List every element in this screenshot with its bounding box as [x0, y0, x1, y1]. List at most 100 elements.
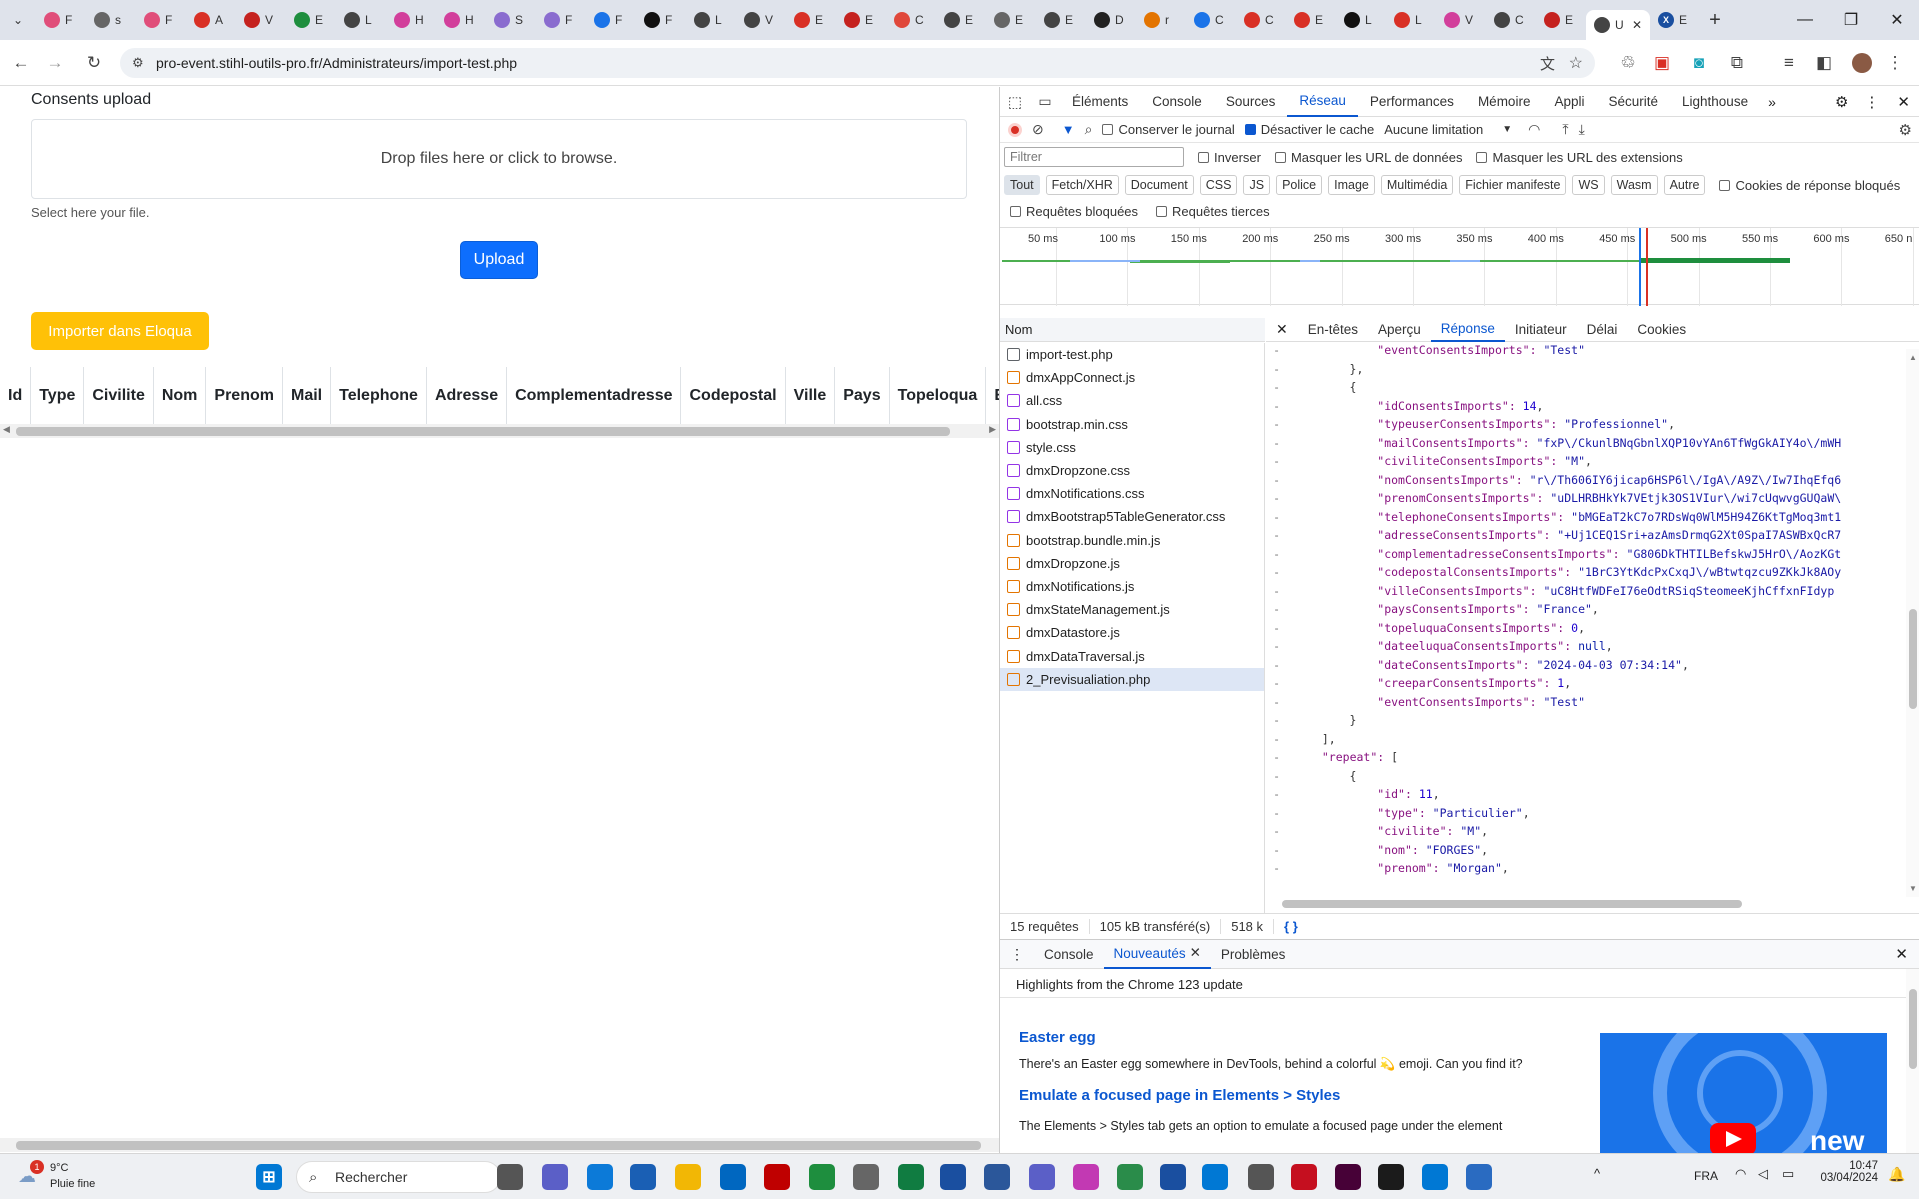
request-row[interactable]: dmxAppConnect.js	[1000, 366, 1264, 389]
browser-tab[interactable]: L	[1386, 5, 1436, 35]
browser-tab[interactable]: S	[486, 5, 536, 35]
column-header[interactable]: Complementadresse	[506, 367, 682, 427]
store-icon[interactable]	[720, 1164, 746, 1190]
resource-type-button[interactable]: Police	[1276, 175, 1323, 195]
browser-tab[interactable]: E	[286, 5, 336, 35]
filter-input[interactable]: Filtrer	[1004, 147, 1184, 167]
app-icon[interactable]	[984, 1164, 1010, 1190]
browser-tab[interactable]: H	[436, 5, 486, 35]
easter-egg-link[interactable]: Easter egg	[1019, 1029, 1096, 1046]
browser-tab[interactable]: F	[536, 5, 586, 35]
browser-tab[interactable]: C	[1186, 5, 1236, 35]
resource-type-button[interactable]: Tout	[1004, 175, 1040, 195]
browser-tab[interactable]: L	[686, 5, 736, 35]
media-controls-icon[interactable]: ≡	[1774, 48, 1804, 78]
browser-tab[interactable]: F	[636, 5, 686, 35]
reload-icon[interactable]: ↻	[79, 48, 109, 78]
request-row[interactable]: dmxNotifications.js	[1000, 575, 1264, 598]
column-header[interactable]: Ev	[985, 367, 999, 427]
devtools-tab[interactable]: Console	[1140, 87, 1214, 117]
browser-tab[interactable]: L	[336, 5, 386, 35]
bookmark-star-icon[interactable]: ☆	[1569, 53, 1583, 73]
close-detail-icon[interactable]: ✕	[1266, 321, 1298, 338]
file-dropzone[interactable]: Drop files here or click to browse.	[31, 119, 967, 199]
filter-funnel-icon[interactable]: ▼	[1062, 122, 1075, 137]
resource-type-button[interactable]: Document	[1124, 175, 1194, 195]
name-column-header[interactable]: Nom	[1000, 318, 1265, 342]
scroll-right-icon[interactable]: ▶	[989, 424, 996, 435]
browser-tab[interactable]: E	[1286, 5, 1336, 35]
clock[interactable]: 10:47 03/04/2024	[1818, 1160, 1878, 1184]
request-row[interactable]: style.css	[1000, 436, 1264, 459]
third-party-checkbox[interactable]: Requêtes tierces	[1156, 204, 1270, 219]
devtools-menu-icon[interactable]: ⋮	[1856, 93, 1887, 111]
browser-tab[interactable]: E	[836, 5, 886, 35]
column-header[interactable]: Topeloqua	[889, 367, 987, 427]
table-horizontal-scrollbar[interactable]: ◀ ▶	[0, 424, 999, 438]
devtools-tab[interactable]: Sécurité	[1596, 87, 1670, 117]
edge-icon[interactable]	[587, 1164, 613, 1190]
devtools-tab[interactable]: Sources	[1214, 87, 1288, 117]
browser-tab[interactable]: X E	[1650, 5, 1700, 35]
throttling-select[interactable]: Aucune limitation ▼	[1384, 122, 1512, 137]
app-icon[interactable]	[1117, 1164, 1143, 1190]
preserve-log-checkbox[interactable]: Conserver le journal	[1102, 122, 1235, 137]
browser-tab[interactable]: F	[586, 5, 636, 35]
address-bar[interactable]: ⚙ pro-event.stihl-outils-pro.fr/Administ…	[120, 48, 1595, 78]
back-icon[interactable]: ←	[6, 48, 36, 78]
whats-new-scrollbar[interactable]	[1906, 969, 1919, 1153]
invert-checkbox[interactable]: Inverser	[1198, 150, 1261, 165]
network-conditions-icon[interactable]: ◠	[1528, 121, 1540, 138]
site-info-icon[interactable]: ⚙	[132, 55, 144, 71]
notifications-bell-icon[interactable]: 🔔	[1888, 1166, 1905, 1183]
request-row[interactable]: 2_Previsualiation.php	[1000, 667, 1264, 691]
weather-widget[interactable]: ☁ 1 9°C Pluie fine	[14, 1160, 114, 1194]
resource-type-button[interactable]: CSS	[1199, 175, 1238, 195]
request-row[interactable]: dmxDropzone.js	[1000, 552, 1264, 575]
side-panel-icon[interactable]: ◧	[1809, 48, 1839, 78]
resource-type-button[interactable]: Fichier manifeste	[1459, 175, 1567, 195]
language-indicator[interactable]: FRA	[1694, 1169, 1718, 1183]
forward-icon[interactable]: →	[40, 48, 70, 78]
browser-tab[interactable]: r	[1136, 5, 1186, 35]
app-icon[interactable]	[1466, 1164, 1492, 1190]
detail-tab[interactable]: Aperçu	[1368, 318, 1431, 342]
extension-icon[interactable]: ◙	[1684, 48, 1714, 78]
browser-tab[interactable]: H	[386, 5, 436, 35]
column-header[interactable]: Telephone	[330, 367, 427, 427]
resource-type-button[interactable]: Multimédia	[1380, 175, 1454, 195]
windows-start-icon[interactable]: ⊞	[256, 1164, 282, 1190]
hide-data-urls-checkbox[interactable]: Masquer les URL de données	[1274, 150, 1462, 165]
extension-icon[interactable]: ▣	[1647, 48, 1677, 78]
browser-tab[interactable]: C	[886, 5, 936, 35]
request-row[interactable]: dmxDatastore.js	[1000, 621, 1264, 644]
detail-tab[interactable]: Cookies	[1627, 318, 1696, 342]
detail-tab[interactable]: Réponse	[1430, 318, 1505, 342]
column-header[interactable]: Id	[0, 367, 32, 427]
blocked-cookies-checkbox[interactable]: Cookies de réponse bloqués	[1719, 178, 1900, 193]
app-icon[interactable]	[630, 1164, 656, 1190]
close-devtools-icon[interactable]: ✕	[1887, 93, 1919, 111]
scroll-left-icon[interactable]: ◀	[3, 424, 10, 435]
inspect-element-icon[interactable]: ⬚	[1000, 93, 1030, 111]
blocked-requests-checkbox[interactable]: Requêtes bloquées	[1010, 204, 1138, 219]
detail-tab[interactable]: En-têtes	[1298, 318, 1368, 342]
resource-type-button[interactable]: JS	[1243, 175, 1271, 195]
network-settings-icon[interactable]: ⚙	[1899, 121, 1919, 139]
import-eloqua-button[interactable]: Importer dans Eloqua	[31, 312, 209, 350]
browser-tab[interactable]: E	[786, 5, 836, 35]
app-icon[interactable]	[940, 1164, 966, 1190]
clear-icon[interactable]: ⊘	[1032, 121, 1044, 138]
app-icon[interactable]	[1378, 1164, 1404, 1190]
app-icon[interactable]	[1202, 1164, 1228, 1190]
devtools-tab[interactable]: Performances	[1358, 87, 1466, 117]
calculator-icon[interactable]	[1248, 1164, 1274, 1190]
settings-gear-icon[interactable]: ⚙	[1827, 93, 1856, 111]
close-tab-icon[interactable]: ✕	[1190, 945, 1201, 961]
network-icon[interactable]: ◠	[1735, 1166, 1746, 1182]
browser-tab[interactable]: C	[1486, 5, 1536, 35]
teams-icon[interactable]	[1029, 1164, 1055, 1190]
devtools-tab[interactable]: Éléments	[1060, 87, 1140, 117]
drawer-tab[interactable]: Problèmes	[1211, 939, 1296, 969]
resource-type-button[interactable]: Wasm	[1610, 175, 1658, 195]
